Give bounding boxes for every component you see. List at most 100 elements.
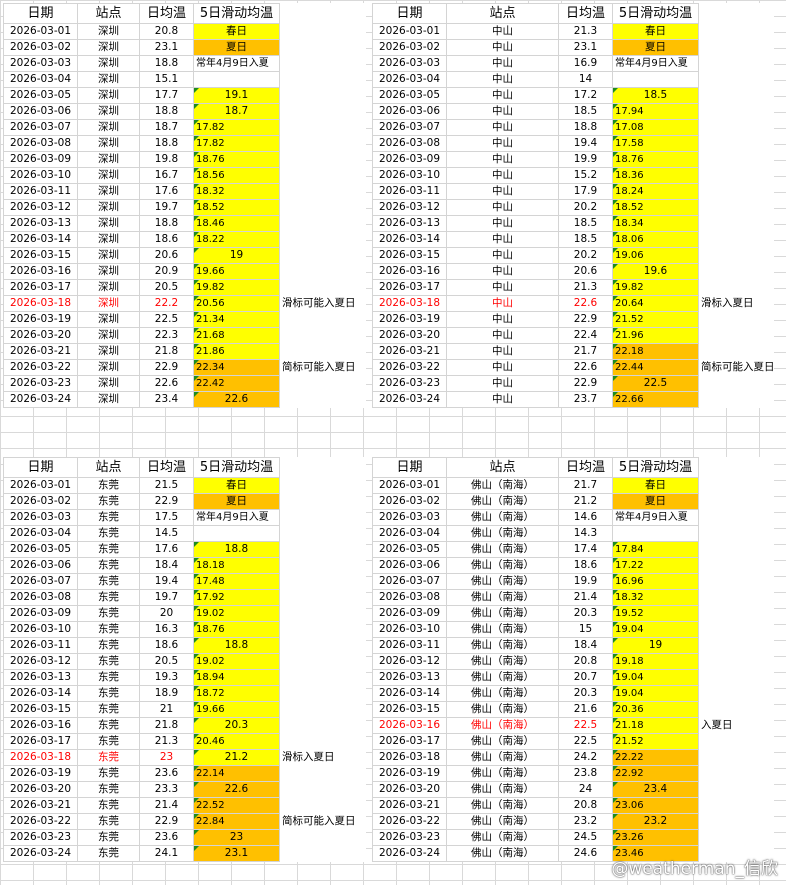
note-cell[interactable] (280, 670, 366, 686)
date-cell[interactable]: 2026-03-01 (3, 23, 78, 40)
station-cell[interactable]: 中山 (446, 119, 559, 136)
avg5-cell[interactable]: 21.52 (612, 733, 699, 750)
note-cell[interactable] (280, 526, 366, 542)
date-cell[interactable]: 2026-03-15 (372, 247, 447, 264)
station-cell[interactable]: 东莞 (77, 669, 140, 686)
date-cell[interactable]: 2026-03-19 (3, 311, 78, 328)
avg5-cell[interactable]: 19 (612, 637, 699, 654)
note-cell[interactable] (699, 200, 774, 216)
daily-temp-cell[interactable]: 18.6 (558, 557, 613, 574)
daily-temp-cell[interactable]: 22.6 (558, 359, 613, 376)
avg5-cell[interactable]: 22.84 (193, 813, 280, 830)
note-cell[interactable] (280, 798, 366, 814)
date-cell[interactable]: 2026-03-01 (372, 477, 447, 494)
date-cell[interactable]: 2026-03-05 (3, 87, 78, 104)
date-cell[interactable]: 2026-03-11 (3, 183, 78, 200)
station-cell[interactable]: 东莞 (77, 749, 140, 766)
date-cell[interactable]: 2026-03-06 (3, 557, 78, 574)
station-cell[interactable]: 中山 (446, 327, 559, 344)
date-cell[interactable]: 2026-03-08 (372, 135, 447, 152)
date-cell[interactable]: 2026-03-21 (372, 343, 447, 360)
note-cell[interactable] (699, 654, 774, 670)
note-cell[interactable] (280, 216, 366, 232)
daily-temp-cell[interactable]: 20.3 (558, 605, 613, 622)
daily-temp-cell[interactable]: 16.3 (139, 621, 194, 638)
station-cell[interactable]: 东莞 (77, 477, 140, 494)
date-cell[interactable]: 2026-03-04 (3, 525, 78, 542)
avg5-cell[interactable]: 春日 (612, 477, 699, 494)
daily-temp-cell[interactable]: 19.4 (139, 573, 194, 590)
note-cell[interactable] (280, 72, 366, 88)
note-cell[interactable] (280, 168, 366, 184)
station-cell[interactable]: 中山 (446, 151, 559, 168)
avg5-cell[interactable]: 17.58 (612, 135, 699, 152)
note-cell[interactable] (699, 526, 774, 542)
date-cell[interactable]: 2026-03-11 (3, 637, 78, 654)
daily-temp-cell[interactable]: 20.7 (558, 669, 613, 686)
date-cell[interactable]: 2026-03-22 (3, 813, 78, 830)
station-cell[interactable]: 深圳 (77, 231, 140, 248)
note-cell[interactable] (699, 232, 774, 248)
avg5-cell[interactable]: 19.82 (612, 279, 699, 296)
daily-temp-cell[interactable]: 14.5 (139, 525, 194, 542)
station-cell[interactable]: 深圳 (77, 279, 140, 296)
daily-temp-cell[interactable]: 23 (139, 749, 194, 766)
daily-temp-cell[interactable]: 22.6 (558, 295, 613, 312)
date-cell[interactable]: 2026-03-08 (3, 135, 78, 152)
date-cell[interactable]: 2026-03-16 (3, 717, 78, 734)
date-cell[interactable]: 2026-03-10 (3, 167, 78, 184)
avg5-cell[interactable]: 17.22 (612, 557, 699, 574)
avg5-cell[interactable]: 18.94 (193, 669, 280, 686)
header-daily[interactable]: 日均温 (558, 3, 613, 24)
avg5-cell[interactable]: 17.94 (612, 103, 699, 120)
station-cell[interactable]: 佛山（南海） (446, 477, 559, 494)
daily-temp-cell[interactable]: 16.7 (139, 167, 194, 184)
date-cell[interactable]: 2026-03-03 (3, 509, 78, 526)
daily-temp-cell[interactable]: 17.6 (139, 183, 194, 200)
avg5-cell[interactable]: 19.02 (193, 605, 280, 622)
avg5-cell[interactable]: 春日 (193, 477, 280, 494)
note-cell[interactable] (699, 56, 774, 72)
date-cell[interactable]: 2026-03-04 (372, 525, 447, 542)
station-cell[interactable]: 中山 (446, 279, 559, 296)
date-cell[interactable]: 2026-03-08 (372, 589, 447, 606)
daily-temp-cell[interactable]: 23.1 (139, 39, 194, 56)
daily-temp-cell[interactable]: 24.5 (558, 829, 613, 846)
note-cell[interactable] (280, 280, 366, 296)
station-cell[interactable]: 佛山（南海） (446, 717, 559, 734)
note-cell[interactable] (699, 798, 774, 814)
date-cell[interactable]: 2026-03-10 (372, 167, 447, 184)
daily-temp-cell[interactable]: 21.5 (139, 477, 194, 494)
header-station[interactable]: 站点 (446, 3, 559, 24)
date-cell[interactable]: 2026-03-04 (3, 71, 78, 88)
date-cell[interactable]: 2026-03-02 (3, 493, 78, 510)
avg5-cell[interactable]: 17.82 (193, 119, 280, 136)
date-cell[interactable]: 2026-03-12 (3, 199, 78, 216)
station-cell[interactable]: 东莞 (77, 605, 140, 622)
date-cell[interactable]: 2026-03-20 (372, 327, 447, 344)
station-cell[interactable]: 深圳 (77, 375, 140, 392)
daily-temp-cell[interactable]: 18.8 (139, 215, 194, 232)
station-cell[interactable]: 佛山（南海） (446, 813, 559, 830)
station-cell[interactable]: 中山 (446, 103, 559, 120)
daily-temp-cell[interactable]: 23.3 (139, 781, 194, 798)
note-cell[interactable] (699, 184, 774, 200)
station-cell[interactable]: 东莞 (77, 541, 140, 558)
daily-temp-cell[interactable]: 20.2 (558, 247, 613, 264)
station-cell[interactable]: 深圳 (77, 391, 140, 408)
date-cell[interactable]: 2026-03-09 (3, 605, 78, 622)
avg5-cell[interactable]: 19.1 (193, 87, 280, 104)
station-cell[interactable]: 佛山（南海） (446, 557, 559, 574)
note-cell[interactable] (699, 702, 774, 718)
avg5-cell[interactable]: 19.04 (612, 685, 699, 702)
date-cell[interactable]: 2026-03-18 (372, 295, 447, 312)
note-cell[interactable] (280, 312, 366, 328)
date-cell[interactable]: 2026-03-07 (372, 573, 447, 590)
note-cell[interactable] (280, 654, 366, 670)
daily-temp-cell[interactable]: 23.8 (558, 765, 613, 782)
note-cell[interactable] (280, 782, 366, 798)
note-cell[interactable] (280, 184, 366, 200)
daily-temp-cell[interactable]: 23.2 (558, 813, 613, 830)
station-cell[interactable]: 中山 (446, 167, 559, 184)
avg5-cell[interactable]: 18.18 (193, 557, 280, 574)
